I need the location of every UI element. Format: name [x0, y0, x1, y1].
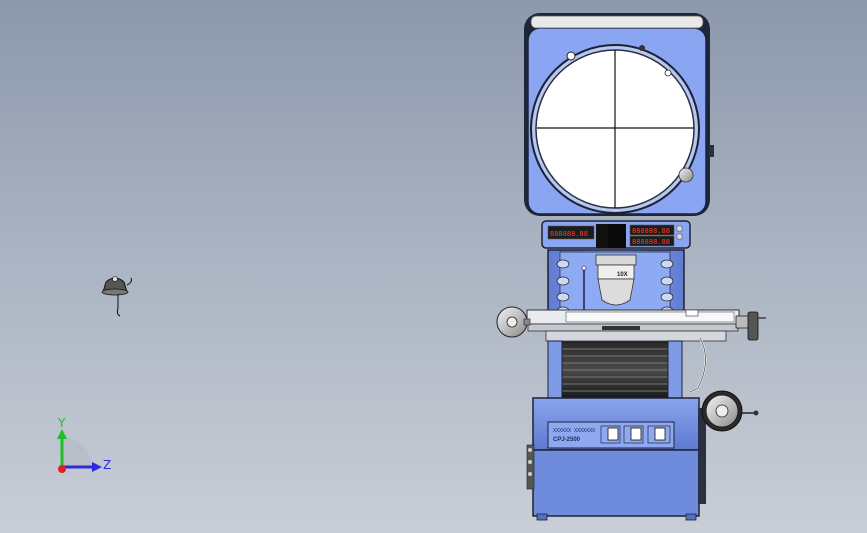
projection-screen[interactable] — [530, 44, 700, 214]
base-control-panel[interactable]: XXXXXX XXXXXXX CPJ-2500 — [547, 421, 675, 449]
digital-readout-panel[interactable]: 888888.88 888888.88 888888.88 — [541, 220, 691, 249]
power-switch[interactable] — [607, 427, 619, 441]
y-axis-arrowhead — [57, 429, 67, 439]
coordinate-triad: Y Z — [57, 416, 111, 473]
panel-model-label: CPJ-2500 — [553, 437, 581, 443]
x-axis-handwheel[interactable] — [496, 306, 531, 338]
bellows-cover[interactable] — [547, 337, 707, 400]
readout-display-1: 888888.88 — [550, 230, 588, 238]
cad-viewport[interactable]: 888888.88 888888.88 888888.88 10X XXXXXX… — [0, 0, 867, 533]
origin-dot — [58, 465, 66, 473]
panel-maker-label: XXXXXX XXXXXXX — [553, 428, 595, 434]
readout-display-3: 888888.88 — [632, 238, 670, 246]
y-axis-label: Y — [57, 416, 66, 430]
z-axis-handwheel[interactable] — [701, 390, 759, 432]
readout-display-2: 888888.88 — [632, 227, 670, 235]
surface-light-switch[interactable] — [654, 427, 666, 441]
z-axis-label: Z — [103, 458, 111, 472]
lamp-switch[interactable] — [630, 427, 642, 441]
objective-lens[interactable]: 10X — [595, 254, 637, 306]
y-axis-micrometer[interactable] — [735, 311, 766, 341]
machine-base[interactable] — [526, 397, 706, 521]
screen-rotation-knob[interactable] — [678, 167, 694, 183]
lens-magnification-label: 10X — [617, 272, 628, 278]
profile-projector-machine[interactable]: 888888.88 888888.88 888888.88 10X XXXXXX… — [496, 13, 766, 521]
z-axis-arrowhead — [92, 462, 102, 472]
detached-lamp-part[interactable] — [101, 276, 132, 317]
worktable[interactable] — [526, 309, 740, 342]
